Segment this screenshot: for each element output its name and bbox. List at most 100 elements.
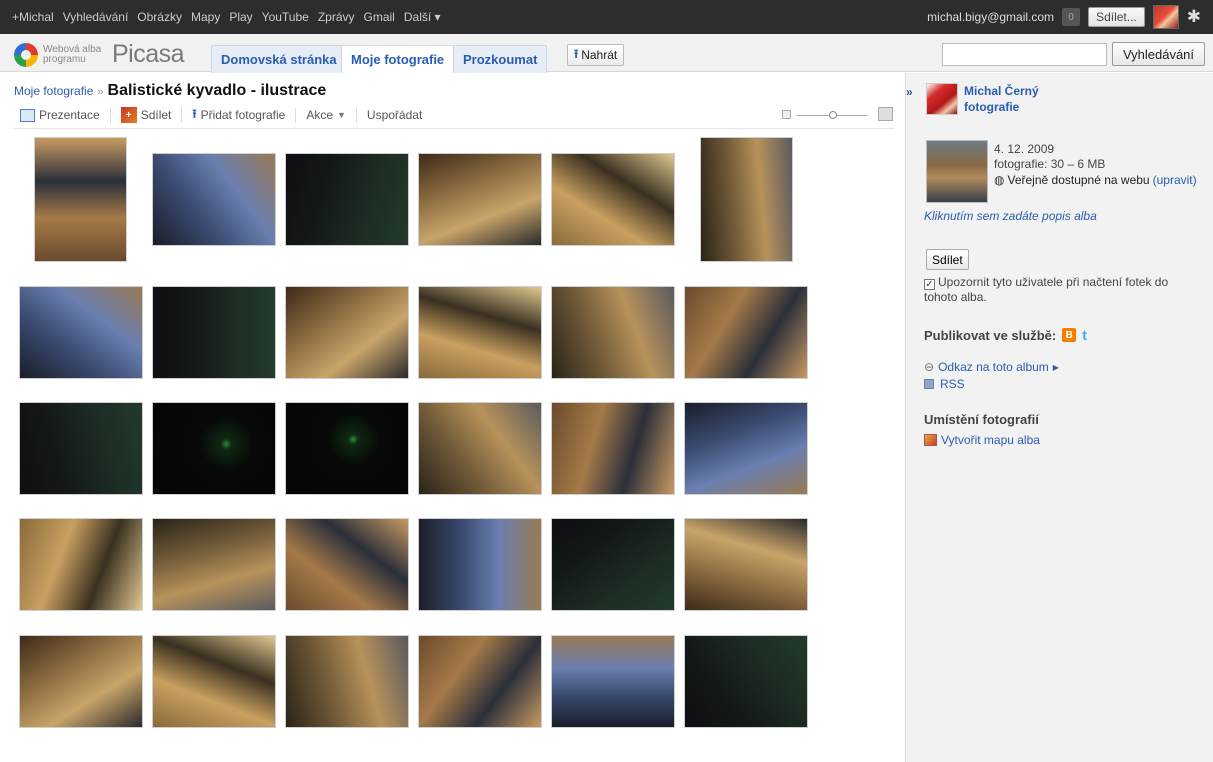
photo-thumbnail[interactable] [152, 402, 276, 495]
create-map-label: Vytvořit mapu alba [941, 433, 1040, 447]
edit-visibility-link[interactable]: (upravit) [1153, 173, 1197, 187]
breadcrumb-separator: » [97, 86, 104, 98]
photo-thumbnail[interactable] [418, 153, 542, 246]
slideshow-button[interactable]: Prezentace [20, 108, 110, 122]
slideshow-icon [20, 108, 35, 122]
gbar-link-gmail[interactable]: Gmail [364, 10, 395, 24]
photo-thumbnail[interactable] [684, 402, 808, 495]
gbar-link-profile[interactable]: +Michal [12, 10, 54, 24]
photo-thumbnail[interactable] [418, 635, 542, 728]
gbar-share-button[interactable]: Sdílet... [1088, 7, 1145, 27]
gbar-link-images[interactable]: Obrázky [137, 10, 182, 24]
add-photos-label: Přidat fotografie [200, 108, 286, 122]
publish-label: Publikovat ve službě: [924, 327, 1057, 343]
actions-menu[interactable]: Akce ▼ [296, 108, 356, 122]
arrange-button[interactable]: Uspořádat [357, 108, 432, 122]
photo-thumbnail[interactable] [19, 286, 143, 379]
photo-thumbnail[interactable] [285, 153, 409, 246]
photo-thumbnail[interactable] [551, 153, 675, 246]
album-share-button[interactable]: + Sdílet [111, 107, 182, 123]
album-date: 4. 12. 2009 [994, 142, 1055, 156]
picasa-logo[interactable]: Webová alba programu Picasa [14, 40, 185, 69]
owner-avatar[interactable] [926, 83, 958, 115]
notify-checkbox[interactable]: ✓ [924, 279, 935, 290]
owner-name-link[interactable]: Michal Černý [964, 84, 1039, 98]
rss-label: RSS [940, 377, 965, 391]
gear-icon[interactable]: ✱ [1187, 7, 1201, 27]
photo-thumbnail[interactable] [152, 286, 276, 379]
photo-thumbnail[interactable] [19, 402, 143, 495]
slideshow-label: Prezentace [39, 108, 100, 122]
google-bar: +Michal Vyhledávání Obrázky Mapy Play Yo… [0, 0, 1213, 34]
account-email[interactable]: michal.bigy@gmail.com [927, 10, 1054, 24]
gbar-link-news[interactable]: Zprávy [318, 10, 355, 24]
gbar-link-play[interactable]: Play [229, 10, 252, 24]
owner-photos-link[interactable]: fotografie [964, 100, 1019, 114]
photo-thumbnail[interactable] [152, 518, 276, 611]
share-icon: + [120, 107, 137, 123]
photo-thumbnail[interactable] [684, 518, 808, 611]
gbar-link-maps[interactable]: Mapy [191, 10, 220, 24]
search-input[interactable] [942, 43, 1107, 66]
photo-thumbnail[interactable] [684, 635, 808, 728]
create-map-link[interactable]: Vytvořit mapu alba [924, 433, 1040, 447]
add-photos-button[interactable]: ⭱ Přidat fotografie [182, 105, 295, 126]
album-title: Balistické kyvadlo - ilustrace [107, 82, 327, 99]
photo-thumbnail[interactable] [684, 286, 808, 379]
arrange-label: Uspořádat [366, 108, 423, 122]
search-button[interactable]: Vyhledávání [1112, 42, 1205, 66]
chevron-down-icon: ▼ [337, 110, 346, 120]
photo-thumbnail[interactable] [285, 286, 409, 379]
photo-thumbnail[interactable] [152, 153, 276, 246]
gbar-link-youtube[interactable]: YouTube [262, 10, 309, 24]
photo-thumbnail[interactable] [700, 137, 793, 262]
photo-thumbnail[interactable] [152, 635, 276, 728]
picasa-pinwheel-icon [14, 42, 38, 67]
photo-thumbnail[interactable] [34, 137, 127, 262]
upload-button[interactable]: ⭱ Nahrát [567, 44, 625, 66]
photo-thumbnail[interactable] [285, 635, 409, 728]
album-link[interactable]: ⊖ Odkaz na toto album ▶ [924, 360, 1059, 374]
photo-thumbnail[interactable] [551, 518, 675, 611]
visibility-text: Veřejně dostupné na webu [1007, 173, 1150, 187]
collapse-sidebar-icon[interactable]: » [906, 85, 918, 99]
album-cover-thumbnail[interactable] [926, 140, 988, 203]
twitter-icon[interactable]: t [1082, 327, 1087, 343]
gbar-link-more[interactable]: Další ▾ [404, 10, 441, 24]
rss-icon [924, 379, 934, 389]
thumbnail-size-slider[interactable] [782, 107, 894, 121]
photo-thumbnail[interactable] [285, 402, 409, 495]
tab-my-photos[interactable]: Moje fotografie [341, 45, 455, 73]
photo-places-heading: Umístění fotografií [924, 412, 1039, 427]
upload-icon: ⭱ [574, 46, 579, 61]
tab-home[interactable]: Domovská stránka [211, 45, 347, 73]
notifications-count[interactable]: 0 [1062, 8, 1081, 26]
breadcrumb-my-photos[interactable]: Moje fotografie [14, 84, 93, 98]
photo-thumbnail[interactable] [418, 518, 542, 611]
tab-explore[interactable]: Prozkoumat [453, 45, 548, 73]
photo-thumbnail[interactable] [551, 635, 675, 728]
gbar-link-search[interactable]: Vyhledávání [63, 10, 129, 24]
album-description-link[interactable]: Kliknutím sem zadáte popis alba [924, 209, 1097, 223]
google-bar-links: +Michal Vyhledávání Obrázky Mapy Play Yo… [12, 0, 441, 34]
actions-label: Akce [306, 108, 333, 122]
chevron-right-icon: ▶ [1052, 362, 1059, 372]
photo-thumbnail[interactable] [19, 518, 143, 611]
photo-thumbnail[interactable] [418, 286, 542, 379]
upload-label: Nahrát [581, 48, 618, 62]
sidebar-share-button[interactable]: Sdílet [926, 249, 969, 270]
account-avatar[interactable] [1152, 5, 1179, 29]
photo-thumbnail[interactable] [285, 518, 409, 611]
rss-link[interactable]: RSS [924, 377, 965, 391]
photo-thumbnail[interactable] [418, 402, 542, 495]
slider-knob[interactable] [829, 111, 837, 119]
blogger-icon[interactable]: B [1062, 328, 1077, 342]
logo-subtitle: Webová alba programu [43, 43, 102, 65]
album-link-label: Odkaz na toto album [938, 360, 1049, 374]
photo-thumbnail[interactable] [19, 635, 143, 728]
photo-thumbnail[interactable] [551, 286, 675, 379]
breadcrumb: Moje fotografie » Balistické kyvadlo - i… [14, 82, 326, 100]
album-visibility: ◍ Veřejně dostupné na webu (upravit) [994, 173, 1197, 187]
photo-thumbnail[interactable] [551, 402, 675, 495]
small-thumbnail-icon [782, 110, 791, 119]
